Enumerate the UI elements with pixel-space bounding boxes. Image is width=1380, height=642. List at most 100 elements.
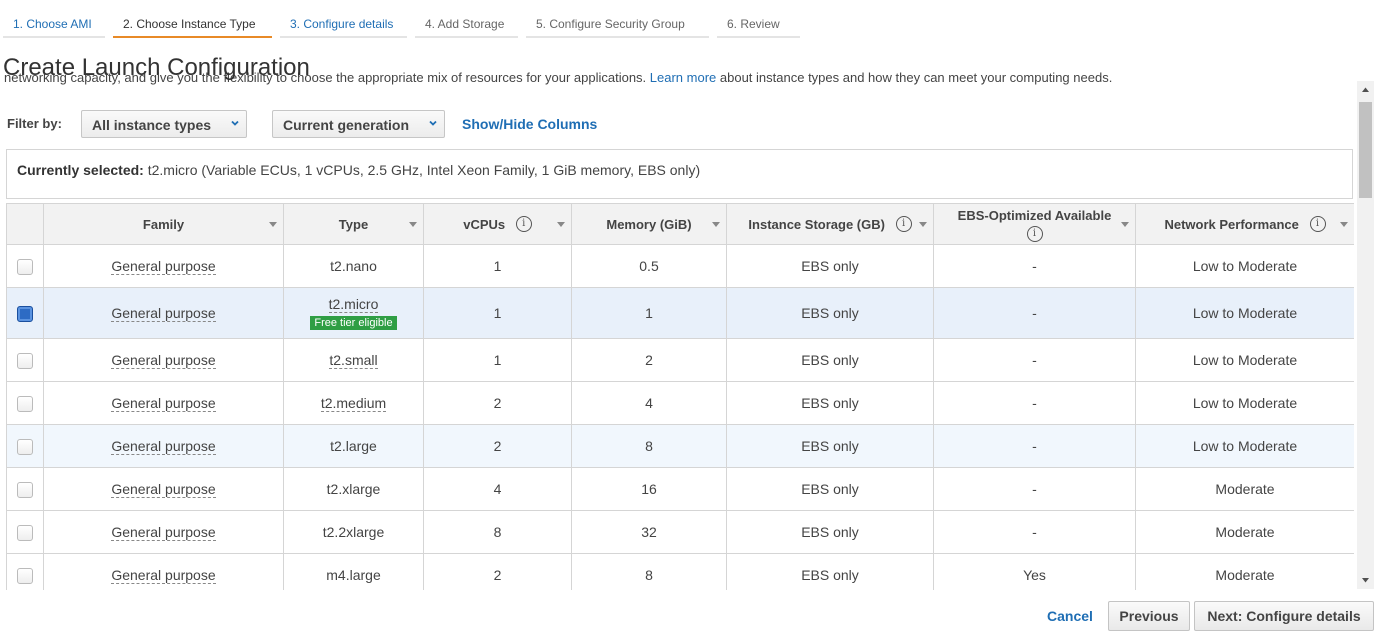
row-checkbox[interactable]: [17, 395, 33, 412]
currently-selected-label: Currently selected:: [17, 162, 144, 178]
memory-cell: 16: [571, 467, 727, 511]
row-checkbox[interactable]: [17, 524, 33, 541]
sort-icon: [1121, 222, 1129, 227]
header-family-label: Family: [142, 217, 185, 233]
row-select-cell: [6, 287, 44, 339]
memory-cell: 0.5: [571, 244, 727, 288]
filter-label: Filter by:: [7, 116, 62, 131]
learn-more-link[interactable]: Learn more: [650, 70, 716, 85]
header-instance-storage-label: Instance Storage (GB): [748, 216, 885, 232]
storage-cell: EBS only: [726, 244, 934, 288]
storage-cell: EBS only: [726, 467, 934, 511]
step-review[interactable]: 6. Review: [717, 8, 800, 38]
family-value: General purpose: [111, 258, 216, 275]
step-choose-ami[interactable]: 1. Choose AMI: [3, 8, 105, 38]
header-vcpus[interactable]: vCPUs i: [423, 203, 572, 245]
table-row[interactable]: General purpose t2.small 1 2 EBS only - …: [6, 338, 1354, 382]
step-label: 2. Choose Instance Type: [123, 17, 256, 31]
memory-cell: 8: [571, 424, 727, 468]
next-configure-details-button[interactable]: Next: Configure details: [1194, 601, 1374, 631]
sort-icon: [919, 222, 927, 227]
type-value: t2.large: [330, 438, 377, 454]
header-type[interactable]: Type: [283, 203, 424, 245]
row-checkbox-checked[interactable]: [17, 305, 33, 322]
family-value: General purpose: [111, 524, 216, 541]
row-checkbox[interactable]: [17, 567, 33, 584]
storage-cell: EBS only: [726, 510, 934, 554]
ebs-cell: -: [933, 287, 1136, 339]
header-instance-storage[interactable]: Instance Storage (GB) i: [726, 203, 934, 245]
row-select-cell: [6, 424, 44, 468]
info-icon[interactable]: i: [515, 216, 532, 233]
cancel-link[interactable]: Cancel: [1047, 608, 1093, 624]
scroll-up-arrow-icon[interactable]: [1357, 81, 1374, 98]
chevron-down-icon: [429, 120, 437, 126]
memory-cell: 32: [571, 510, 727, 554]
table-row-selected[interactable]: General purpose t2.micro Free tier eligi…: [6, 287, 1354, 339]
row-checkbox[interactable]: [17, 258, 33, 275]
table-row[interactable]: General purpose t2.2xlarge 8 32 EBS only…: [6, 510, 1354, 554]
type-value: t2.small: [329, 352, 378, 369]
step-configure-security-group[interactable]: 5. Configure Security Group: [526, 8, 709, 38]
header-memory[interactable]: Memory (GiB): [571, 203, 727, 245]
previous-button[interactable]: Previous: [1108, 601, 1190, 631]
type-value: m4.large: [326, 567, 381, 583]
type-cell: t2.micro Free tier eligible: [283, 287, 424, 339]
scroll-down-arrow-icon[interactable]: [1357, 572, 1374, 589]
vcpus-cell: 4: [423, 467, 572, 511]
header-network-performance-label: Network Performance: [1164, 216, 1299, 232]
show-hide-columns-link[interactable]: Show/Hide Columns: [462, 116, 597, 132]
storage-cell: EBS only: [726, 381, 934, 425]
info-icon[interactable]: i: [1026, 225, 1043, 242]
table-row[interactable]: General purpose t2.xlarge 4 16 EBS only …: [6, 467, 1354, 511]
step-choose-instance-type[interactable]: 2. Choose Instance Type: [113, 8, 272, 38]
network-cell: Low to Moderate: [1135, 287, 1354, 339]
memory-cell: 2: [571, 338, 727, 382]
free-tier-badge: Free tier eligible: [310, 316, 397, 330]
family-cell: General purpose: [43, 467, 284, 511]
scrollbar-thumb[interactable]: [1359, 102, 1372, 198]
intro-after: about instance types and how they can me…: [719, 70, 1113, 85]
network-cell: Low to Moderate: [1135, 424, 1354, 468]
page-title: Create Launch Configuration: [3, 54, 310, 81]
header-ebs-optimized-label: EBS-Optimized Available: [957, 208, 1112, 224]
type-cell: t2.nano: [283, 244, 424, 288]
header-family[interactable]: Family: [43, 203, 284, 245]
type-cell: t2.xlarge: [283, 467, 424, 511]
header-select: [6, 203, 44, 245]
row-select-cell: [6, 381, 44, 425]
sort-icon: [409, 222, 417, 227]
header-memory-label: Memory (GiB): [606, 217, 692, 233]
header-ebs-optimized[interactable]: EBS-Optimized Available i: [933, 203, 1136, 245]
type-value: t2.micro: [328, 296, 379, 313]
table-row-hovered[interactable]: General purpose t2.large 2 8 EBS only - …: [6, 424, 1354, 468]
type-value: t2.2xlarge: [322, 524, 385, 540]
table-row[interactable]: General purpose t2.nano 1 0.5 EBS only -…: [6, 244, 1354, 288]
vertical-scrollbar[interactable]: [1357, 81, 1374, 589]
row-select-cell: [6, 510, 44, 554]
row-checkbox[interactable]: [17, 438, 33, 455]
table-row[interactable]: General purpose m4.large 2 8 EBS only Ye…: [6, 553, 1354, 590]
step-configure-details[interactable]: 3. Configure details: [280, 8, 407, 38]
step-add-storage[interactable]: 4. Add Storage: [415, 8, 518, 38]
header-network-performance[interactable]: Network Performance i: [1135, 203, 1354, 245]
ebs-cell: -: [933, 244, 1136, 288]
table-row[interactable]: General purpose t2.medium 2 4 EBS only -…: [6, 381, 1354, 425]
family-value: General purpose: [111, 352, 216, 369]
row-checkbox[interactable]: [17, 481, 33, 498]
row-checkbox[interactable]: [17, 352, 33, 369]
storage-cell: EBS only: [726, 424, 934, 468]
ebs-cell: -: [933, 338, 1136, 382]
instance-types-select[interactable]: All instance types: [81, 110, 247, 138]
family-value: General purpose: [111, 438, 216, 455]
row-select-cell: [6, 553, 44, 590]
step-label: 1. Choose AMI: [13, 17, 92, 31]
info-icon[interactable]: i: [895, 216, 912, 233]
vcpus-cell: 2: [423, 424, 572, 468]
storage-cell: EBS only: [726, 287, 934, 339]
generation-select[interactable]: Current generation: [272, 110, 445, 138]
info-icon[interactable]: i: [1309, 216, 1326, 233]
vcpus-cell: 8: [423, 510, 572, 554]
storage-cell: EBS only: [726, 338, 934, 382]
memory-cell: 1: [571, 287, 727, 339]
